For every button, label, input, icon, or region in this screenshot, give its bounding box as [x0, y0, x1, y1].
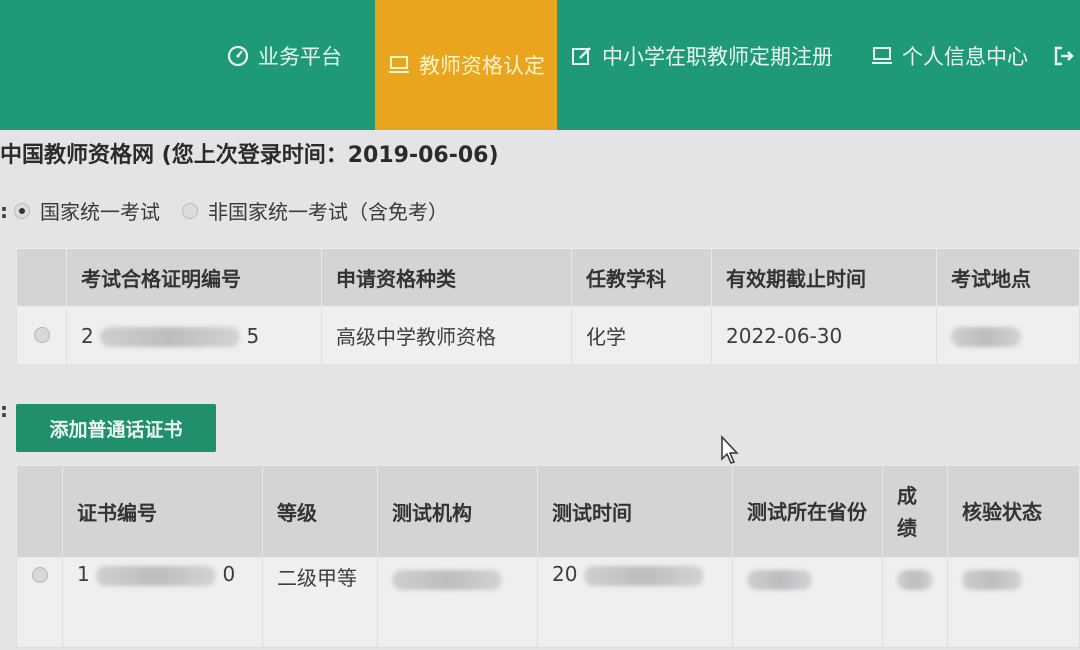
header-expiry: 有效期截止时间 [711, 248, 937, 307]
cell-test-institution [377, 557, 538, 648]
nav-label: 教师资格认定 [419, 54, 545, 78]
cell-level: 二级甲等 [262, 557, 378, 648]
redacted-blur [100, 327, 241, 347]
row-select-cell [16, 306, 67, 365]
cert-number-prefix: 2 [81, 323, 94, 348]
redacted-blur [96, 565, 217, 586]
table-header-row: 考试合格证明编号 申请资格种类 任教学科 有效期截止时间 考试地点 [16, 248, 1080, 307]
cert-number-prefix: 1 [77, 562, 90, 586]
cell-cert-number: 1 0 [62, 557, 263, 648]
mandarin-certificate-table: 证书编号 等级 测试机构 测试时间 测试所在省份 成绩 核验状态 1 0 二级甲… [16, 465, 1080, 648]
exam-certificate-table: 考试合格证明编号 申请资格种类 任教学科 有效期截止时间 考试地点 2 5 高级… [16, 248, 1080, 365]
monitor-icon [872, 47, 892, 64]
cell-exam-location [936, 306, 1080, 365]
row-select-radio[interactable] [31, 567, 48, 583]
header-cert-number: 证书编号 [62, 465, 263, 558]
header-cert-number: 考试合格证明编号 [66, 248, 322, 307]
page-title: 中国教师资格网 (您上次登录时间：2019-06-06) [0, 143, 499, 168]
cell-expiry: 2022-06-30 [711, 306, 937, 365]
cell-subject: 化学 [571, 306, 712, 365]
test-time-prefix: 20 [552, 562, 578, 586]
row-select-cell [16, 557, 63, 648]
header-test-institution: 测试机构 [377, 465, 538, 558]
header-test-province: 测试所在省份 [732, 465, 883, 558]
label-colon: : [0, 198, 8, 223]
redacted-blur [392, 569, 502, 590]
nav-label: 中小学在职教师定期注册 [602, 45, 833, 69]
nav-item-teacher-certification[interactable]: 教师资格认定 [375, 0, 557, 130]
nav-item-business-platform[interactable]: 业务平台 [226, 0, 366, 112]
redacted-blur [897, 569, 933, 590]
redacted-blur [747, 569, 812, 590]
dashboard-icon [227, 45, 249, 67]
logout-icon [1054, 46, 1074, 66]
row-select-radio[interactable] [33, 326, 50, 343]
monitor-icon [389, 56, 409, 73]
cell-score [882, 557, 948, 648]
cell-test-province [732, 557, 883, 648]
top-navigation: 业务平台 教师资格认定 中小学在职教师定期注册 个人信息中心 [0, 0, 1080, 130]
table-row[interactable]: 2 5 高级中学教师资格 化学 2022-06-30 [16, 306, 1080, 365]
radio-national-exam[interactable] [14, 202, 30, 219]
table-row[interactable]: 1 0 二级甲等 20 [16, 557, 1080, 648]
radio-non-national-exam[interactable] [182, 202, 198, 219]
table-header-row: 证书编号 等级 测试机构 测试时间 测试所在省份 成绩 核验状态 [16, 465, 1080, 558]
nav-item-periodic-registration[interactable]: 中小学在职教师定期注册 [570, 0, 860, 112]
mouse-cursor-icon [721, 435, 739, 464]
redacted-blur [951, 327, 1021, 347]
cert-number-suffix: 5 [246, 323, 260, 348]
exam-type-selector: : 国家统一考试 非国家统一考试（含免考） [0, 196, 448, 225]
header-level: 等级 [262, 465, 378, 558]
header-score: 成绩 [882, 465, 948, 558]
header-select [16, 248, 67, 307]
header-qualification-type: 申请资格种类 [321, 248, 572, 307]
cell-verification-status [947, 557, 1080, 648]
header-exam-location: 考试地点 [936, 248, 1080, 307]
header-test-time: 测试时间 [537, 465, 733, 558]
nav-item-logout[interactable] [1052, 0, 1080, 112]
cell-test-time: 20 [537, 557, 733, 648]
header-verification-status: 核验状态 [947, 465, 1080, 558]
label-colon: : [0, 398, 8, 422]
radio-label-national-exam: 国家统一考试 [40, 200, 160, 224]
add-mandarin-certificate-button[interactable]: 添加普通话证书 [16, 404, 216, 452]
redacted-blur [583, 565, 704, 586]
cell-qualification-type: 高级中学教师资格 [321, 306, 572, 365]
nav-item-personal-center[interactable]: 个人信息中心 [870, 0, 1050, 112]
cell-cert-number: 2 5 [66, 306, 322, 365]
nav-label: 业务平台 [258, 45, 342, 69]
edit-icon [572, 47, 591, 65]
header-subject: 任教学科 [571, 248, 712, 307]
redacted-blur [962, 569, 1022, 590]
header-select [16, 465, 63, 558]
cert-number-suffix: 0 [222, 562, 236, 586]
radio-label-non-national-exam: 非国家统一考试（含免考） [208, 200, 448, 224]
nav-label: 个人信息中心 [902, 45, 1028, 69]
